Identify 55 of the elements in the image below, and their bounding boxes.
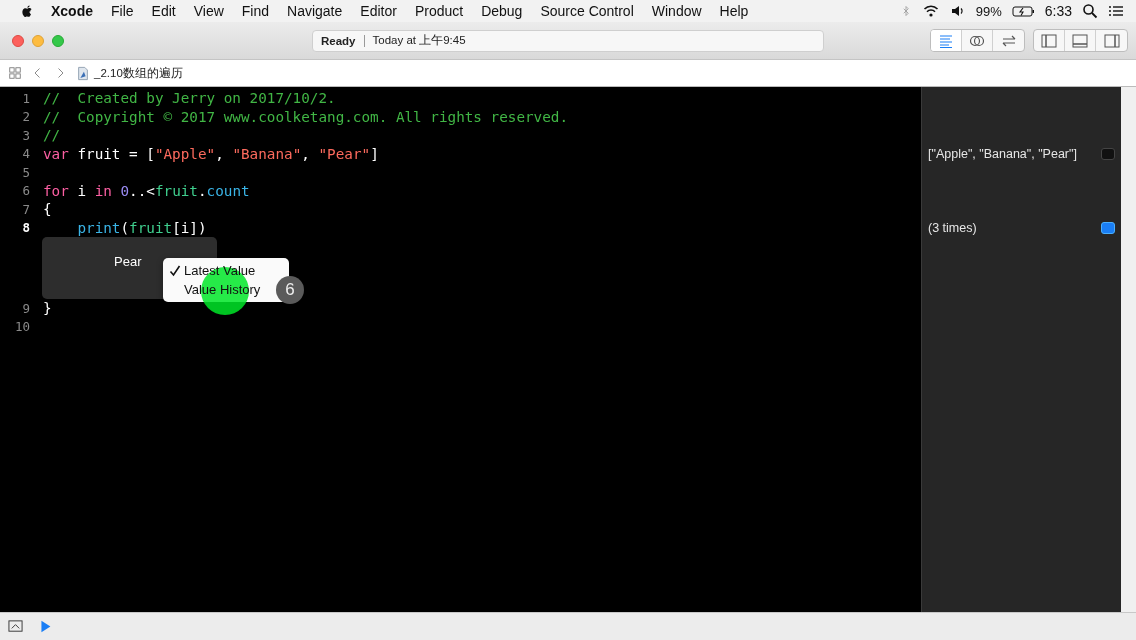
line-number: 8 (21, 220, 31, 236)
result-text: (3 times) (928, 220, 978, 235)
file-breadcrumb[interactable]: _2.10数组的遍历 (94, 65, 183, 81)
code-line: // (43, 127, 61, 144)
line-number: 10 (13, 319, 31, 335)
code-line: print(fruit[i]) (76, 219, 207, 236)
clock[interactable]: 6:33 (1044, 3, 1072, 19)
panel-layout-icon (1103, 32, 1120, 49)
speaker-icon[interactable] (949, 3, 966, 19)
build-status: Ready (321, 34, 356, 47)
menu-item[interactable]: Edit (142, 3, 185, 19)
battery-icon[interactable] (1011, 3, 1035, 19)
line-number: 4 (21, 146, 31, 162)
code-line: { (43, 201, 52, 218)
search-icon[interactable] (1082, 3, 1098, 19)
menu-item[interactable]: Window (642, 3, 711, 19)
lines-icon (938, 32, 954, 49)
play-icon[interactable] (39, 619, 52, 634)
result-value: Pear (114, 254, 142, 269)
panel-layout-icon (1041, 32, 1057, 49)
line-number: 6 (21, 183, 31, 199)
wifi-icon[interactable] (921, 3, 940, 19)
menu-item[interactable]: Debug (472, 3, 532, 19)
line-number: 9 (21, 300, 31, 316)
panel-layout-icon (1072, 32, 1088, 49)
step-badge: 6 (276, 276, 304, 304)
code-line: // Copyright © 2017 www.coolketang.com. All rights reserved. (43, 108, 569, 125)
status-message: Today at 上午9:45 (372, 33, 466, 48)
menu-item[interactable]: Navigate (278, 3, 352, 19)
code-line: for i in 0..<fruit.count (43, 182, 250, 199)
line-number: 1 (21, 90, 31, 106)
show-result-button[interactable] (1101, 221, 1115, 234)
code-line: } (43, 300, 52, 317)
menu-item[interactable]: Find (232, 3, 279, 19)
app-menu[interactable]: Xcode (35, 3, 102, 19)
line-number: 5 (21, 164, 31, 180)
debug-area-toggle-icon[interactable] (8, 619, 23, 634)
code-line: var fruit = ["Apple", "Banana", "Pear"] (43, 145, 379, 162)
menu-item[interactable]: View (184, 3, 233, 19)
menu-item[interactable]: Help (710, 3, 758, 19)
grid-icon[interactable] (8, 66, 22, 80)
menu-item[interactable]: File (102, 3, 143, 19)
line-number: 2 (21, 109, 31, 125)
result-text: ["Apple", "Banana", "Pear"] (928, 146, 1078, 161)
menu-item[interactable]: Editor (351, 3, 406, 19)
battery-percent: 99% (975, 3, 1002, 19)
close-button[interactable] (12, 34, 24, 47)
menu-item[interactable]: Product (405, 3, 473, 19)
code-line: // Created by Jerry on 2017/10/2. (43, 90, 336, 107)
playground-file-icon (76, 65, 90, 81)
line-number: 7 (21, 201, 31, 217)
zoom-button[interactable] (52, 34, 64, 47)
list-icon[interactable] (1108, 3, 1124, 19)
menu-item[interactable]: Source Control (531, 3, 643, 19)
line-number: 3 (21, 127, 31, 143)
